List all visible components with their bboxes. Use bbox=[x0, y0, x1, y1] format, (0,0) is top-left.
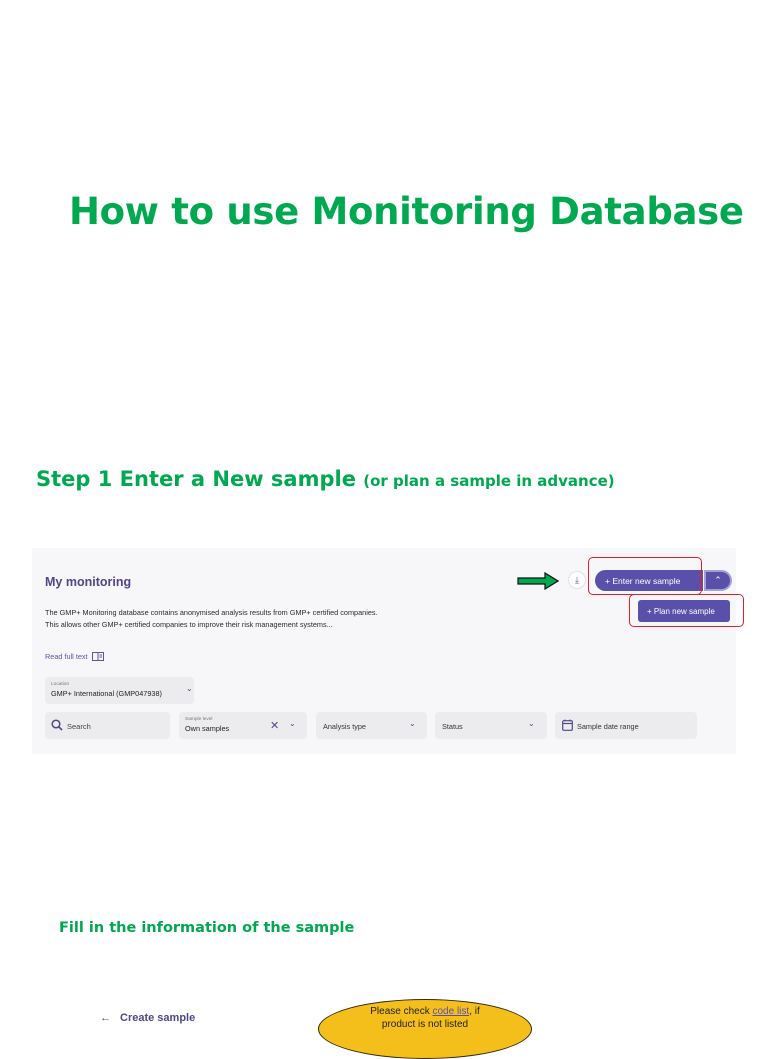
code-list-callout: Please check code list, if product is no… bbox=[318, 999, 532, 1059]
search-placeholder: Search bbox=[67, 722, 91, 731]
step-note: (or plan a sample in advance) bbox=[363, 472, 615, 490]
date-range-label: Sample date range bbox=[577, 722, 639, 731]
search-icon bbox=[51, 719, 63, 731]
callout-text-1: Please check bbox=[370, 1006, 430, 1017]
create-sample-label: Create sample bbox=[120, 1012, 196, 1024]
step-heading-text: Step 1 Enter a New sample bbox=[36, 467, 356, 491]
chevron-down-icon: ⌄ bbox=[409, 719, 416, 728]
analysis-type-label: Analysis type bbox=[323, 722, 366, 731]
sample-level-select[interactable]: Sample level Own samples ✕ ⌄ bbox=[179, 712, 307, 739]
page-title: How to use Monitoring Database bbox=[69, 190, 744, 233]
highlight-plan-sample bbox=[629, 594, 744, 627]
location-label: Location bbox=[51, 682, 70, 687]
status-label: Status bbox=[442, 722, 463, 731]
read-full-text-label: Read full text bbox=[45, 652, 88, 661]
search-input[interactable]: Search bbox=[45, 712, 170, 739]
chevron-down-icon: ⌄ bbox=[528, 719, 535, 728]
callout-text-3: product is not listed bbox=[381, 1019, 469, 1030]
monitoring-screenshot: My monitoring The GMP+ Monitoring databa… bbox=[32, 548, 744, 754]
arrow-left-icon: ← bbox=[100, 1012, 111, 1024]
clear-icon[interactable]: ✕ bbox=[270, 719, 279, 732]
highlight-enter-sample bbox=[588, 557, 702, 595]
date-range-input[interactable]: Sample date range bbox=[555, 712, 697, 739]
download-button[interactable]: ⤓ bbox=[568, 571, 586, 589]
step-heading: Step 1 Enter a New sample (or plan a sam… bbox=[36, 467, 615, 491]
reader-icon bbox=[91, 652, 104, 661]
status-select[interactable]: Status ⌄ bbox=[435, 712, 547, 739]
monitoring-description: The GMP+ Monitoring database contains an… bbox=[45, 608, 378, 630]
chevron-up-icon: ⌃ bbox=[714, 575, 722, 585]
sample-level-label: Sample level bbox=[185, 717, 213, 722]
download-icon: ⤓ bbox=[575, 574, 579, 585]
analysis-type-select[interactable]: Analysis type ⌄ bbox=[316, 712, 427, 739]
location-value: GMP+ International (GMP047938) bbox=[51, 689, 162, 698]
location-select[interactable]: Location GMP+ International (GMP047938) … bbox=[45, 677, 194, 704]
chevron-down-icon: ⌄ bbox=[186, 684, 193, 693]
fill-info-heading: Fill in the information of the sample bbox=[59, 920, 355, 936]
sample-level-value: Own samples bbox=[185, 724, 230, 733]
code-list-link[interactable]: code list bbox=[433, 1006, 470, 1017]
callout-text-2: , if bbox=[469, 1006, 480, 1017]
arrow-pointer-icon bbox=[517, 572, 559, 590]
read-full-text-link[interactable]: Read full text bbox=[45, 652, 104, 661]
create-sample-back[interactable]: ← Create sample bbox=[100, 1012, 195, 1024]
calendar-icon bbox=[562, 719, 573, 731]
chevron-down-icon: ⌄ bbox=[289, 719, 296, 728]
expand-menu-button[interactable]: ⌃ bbox=[704, 570, 732, 591]
monitoring-title: My monitoring bbox=[45, 575, 132, 589]
